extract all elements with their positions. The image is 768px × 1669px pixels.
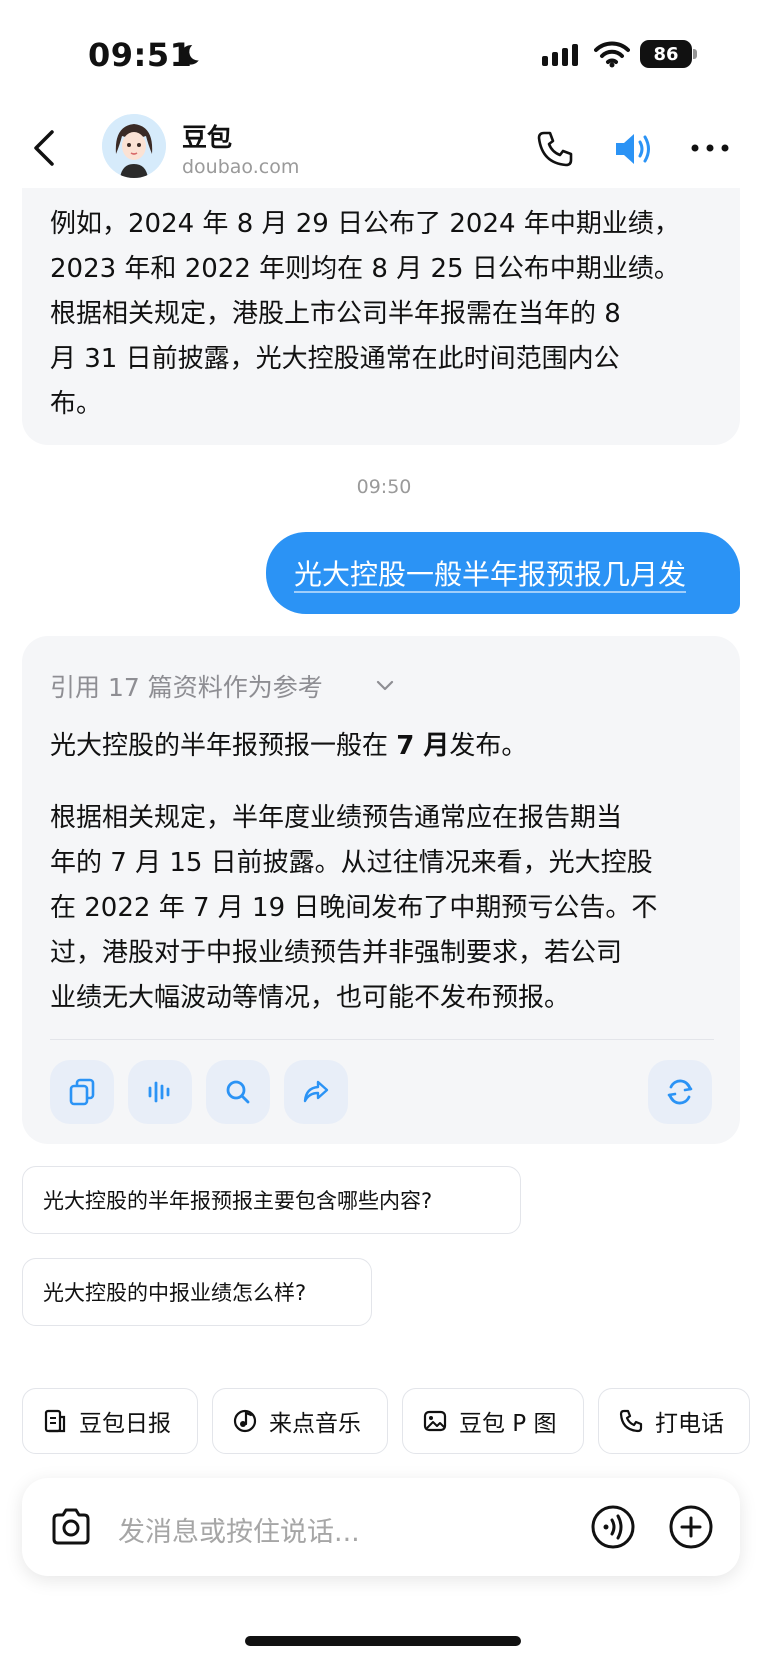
- speaker-icon[interactable]: [612, 128, 658, 170]
- copy-button[interactable]: [50, 1060, 114, 1124]
- audio-wave-icon: [148, 1081, 170, 1103]
- message-line: 根据相关规定，半年度业绩预告通常应在报告期当: [50, 803, 623, 833]
- message-timestamp: 09:50: [356, 476, 412, 498]
- message-line: 业绩无大幅波动等情况，也可能不发布预报。: [50, 983, 571, 1013]
- plus-icon[interactable]: [668, 1504, 714, 1550]
- moon-icon: [180, 45, 199, 65]
- message-line: 2023 年和 2022 年则均在 8 月 25 日公布中期业绩。: [50, 254, 680, 284]
- home-indicator[interactable]: [245, 1636, 521, 1646]
- chip-label: 豆包 P 图: [459, 1411, 557, 1437]
- message-line: 根据相关规定，港股上市公司半年报需在当年的 8: [50, 299, 621, 329]
- battery-indicator: 86: [640, 40, 692, 68]
- read-aloud-button[interactable]: [128, 1060, 192, 1124]
- message-line: 在 2022 年 7 月 19 日晚间发布了中期预亏公告。不: [50, 893, 658, 923]
- share-button[interactable]: [284, 1060, 348, 1124]
- quick-action-photo-edit[interactable]: 豆包 P 图: [402, 1388, 584, 1454]
- more-options-icon[interactable]: [690, 140, 730, 156]
- back-arrow-icon[interactable]: [30, 128, 60, 168]
- chip-label: 来点音乐: [269, 1411, 361, 1437]
- message-line: 例如，2024 年 8 月 29 日公布了 2024 年中期业绩，: [50, 209, 680, 239]
- reply-summary-text: 光大控股的半年报预报一般在: [50, 731, 397, 761]
- suggested-question[interactable]: 光大控股的半年报预报主要包含哪些内容?: [22, 1166, 521, 1234]
- reply-detail: 根据相关规定，半年度业绩预告通常应在报告期当 年的 7 月 15 日前披露。从过…: [50, 796, 720, 1021]
- reply-summary: 光大控股的半年报预报一般在 7 月发布。: [50, 725, 720, 762]
- references-toggle[interactable]: 引用 17 篇资料作为参考: [50, 668, 323, 704]
- copy-icon: [69, 1078, 95, 1106]
- quick-action-daily-report[interactable]: 豆包日报: [22, 1388, 198, 1454]
- suggested-question[interactable]: 光大控股的中报业绩怎么样?: [22, 1258, 372, 1326]
- avatar-portrait-icon: [102, 114, 166, 178]
- message-line: 月 31 日前披露，光大控股通常在此时间范围内公: [50, 344, 620, 374]
- reply-summary-text: 发布。: [449, 731, 528, 761]
- regenerate-button[interactable]: [648, 1060, 712, 1124]
- quick-action-call[interactable]: 打电话: [598, 1388, 750, 1454]
- music-icon: [233, 1409, 257, 1433]
- search-button[interactable]: [206, 1060, 270, 1124]
- phone-icon: [619, 1409, 643, 1433]
- reply-highlight: 7 月: [396, 731, 450, 761]
- chat-subtitle: doubao.com: [182, 156, 300, 178]
- chip-label: 打电话: [655, 1411, 724, 1437]
- phone-call-icon[interactable]: [534, 128, 576, 170]
- share-icon: [303, 1080, 329, 1103]
- user-message-text[interactable]: 光大控股一般半年报预报几月发: [294, 553, 686, 593]
- voice-input-icon[interactable]: [590, 1504, 636, 1550]
- image-edit-icon: [423, 1410, 447, 1432]
- battery-cap: [693, 49, 697, 59]
- refresh-icon: [667, 1079, 693, 1105]
- quick-action-music[interactable]: 来点音乐: [212, 1388, 388, 1454]
- message-line: 年的 7 月 15 日前披露。从过往情况来看，光大控股: [50, 848, 653, 878]
- previous-bot-message-text: 例如，2024 年 8 月 29 日公布了 2024 年中期业绩， 2023 年…: [50, 202, 720, 427]
- cellular-signal-icon: [542, 44, 578, 66]
- message-line: 过，港股对于中报业绩预告并非强制要求，若公司: [50, 938, 623, 968]
- search-icon: [226, 1080, 250, 1104]
- message-line: 布。: [50, 389, 103, 419]
- wifi-icon: [594, 41, 630, 68]
- chevron-down-icon[interactable]: [374, 674, 396, 696]
- message-input[interactable]: 发消息或按住说话...: [118, 1510, 360, 1549]
- avatar[interactable]: [102, 114, 166, 178]
- camera-icon[interactable]: [48, 1504, 94, 1550]
- divider: [50, 1039, 714, 1040]
- chip-label: 豆包日报: [79, 1411, 171, 1437]
- document-icon: [44, 1409, 66, 1433]
- chat-title: 豆包: [182, 123, 233, 152]
